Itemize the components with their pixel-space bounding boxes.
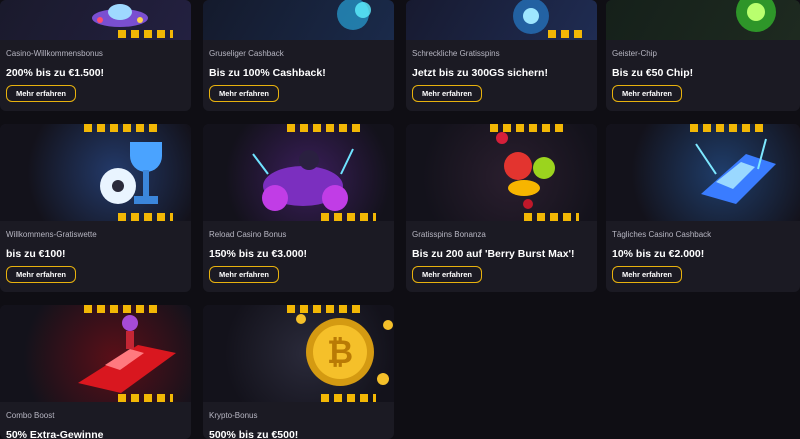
promo-title: 50% Extra-Gewinne: [6, 429, 104, 439]
promo-title: Jetzt bis zu 300GS sichern!: [412, 67, 548, 79]
promo-label: Willkommens-Gratiswette: [6, 230, 97, 239]
chip-icon: [736, 0, 776, 32]
promo-image: [606, 124, 800, 221]
promo-title: 10% bis zu €2.000!: [612, 248, 705, 260]
hover-car-icon: [695, 138, 776, 204]
motorbike-icon: [252, 148, 354, 211]
promo-card: Combo Boost 50% Extra-Gewinne: [0, 305, 191, 439]
promo-image: [406, 0, 597, 40]
promo-card: Casino-Willkommensbonus 200% bis zu €1.5…: [0, 0, 191, 111]
more-info-button[interactable]: Mehr erfahren: [6, 266, 77, 283]
promo-card: ₿ Krypto-Bonus 500% bis zu €500!: [203, 305, 394, 439]
promo-label: Schreckliche Gratisspins: [412, 49, 500, 58]
promo-image: ₿: [203, 305, 394, 402]
promo-card: Gruseliger Cashback Bis zu 100% Cashback…: [203, 0, 394, 111]
promo-image: [203, 124, 394, 221]
more-info-button[interactable]: Mehr erfahren: [209, 85, 280, 102]
promo-card: Gratisspins Bonanza Bis zu 200 auf 'Berr…: [406, 124, 597, 292]
promo-label: Tägliches Casino Cashback: [612, 230, 712, 239]
promo-card: Schreckliche Gratisspins Jetzt bis zu 30…: [406, 0, 597, 111]
promo-image: [406, 124, 597, 221]
promo-image: [0, 124, 191, 221]
promo-title: Bis zu €50 Chip!: [612, 67, 694, 79]
promo-title: Bis zu 200 auf 'Berry Burst Max'!: [412, 248, 575, 260]
promo-title: 150% bis zu €3.000!: [209, 248, 308, 260]
promo-label: Reload Casino Bonus: [209, 230, 287, 239]
ghost-icon: [337, 0, 371, 30]
promo-image: [0, 305, 191, 402]
promo-image: [0, 0, 191, 40]
promo-label: Gratisspins Bonanza: [412, 230, 486, 239]
promo-card: Willkommens-Gratiswette bis zu €100! Meh…: [0, 124, 191, 292]
promo-card: Tägliches Casino Cashback 10% bis zu €2.…: [606, 124, 800, 292]
promo-label: Krypto-Bonus: [209, 411, 258, 420]
race-car-icon: [78, 315, 176, 393]
promo-title: 500% bis zu €500!: [209, 429, 299, 439]
promo-label: Combo Boost: [6, 411, 55, 420]
promo-image: [203, 0, 394, 40]
promo-label: Geister-Chip: [612, 49, 657, 58]
promo-label: Casino-Willkommensbonus: [6, 49, 103, 58]
promo-card: Reload Casino Bonus 150% bis zu €3.000! …: [203, 124, 394, 292]
fruits-icon: [496, 132, 555, 209]
more-info-button[interactable]: Mehr erfahren: [6, 85, 77, 102]
promo-image: [606, 0, 800, 40]
promo-title: 200% bis zu €1.500!: [6, 67, 105, 79]
promo-card: Geister-Chip Bis zu €50 Chip! Mehr erfah…: [606, 0, 800, 111]
more-info-button[interactable]: Mehr erfahren: [612, 266, 683, 283]
more-info-button[interactable]: Mehr erfahren: [412, 85, 483, 102]
more-info-button[interactable]: Mehr erfahren: [612, 85, 683, 102]
bitcoin-icon: ₿: [296, 314, 393, 386]
promo-label: Gruseliger Cashback: [209, 49, 284, 58]
svg-text:₿: ₿: [327, 333, 353, 371]
promo-title: bis zu €100!: [6, 248, 66, 260]
promotions-grid: Casino-Willkommensbonus 200% bis zu €1.5…: [0, 0, 800, 439]
trophy-ball-icon: [100, 142, 162, 204]
more-info-button[interactable]: Mehr erfahren: [412, 266, 483, 283]
more-info-button[interactable]: Mehr erfahren: [209, 266, 280, 283]
promo-title: Bis zu 100% Cashback!: [209, 67, 326, 79]
